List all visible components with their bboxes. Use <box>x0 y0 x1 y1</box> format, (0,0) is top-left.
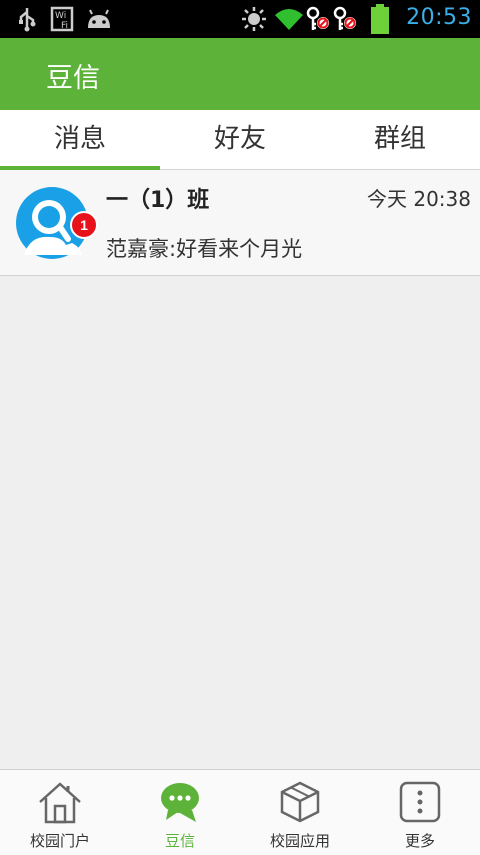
nav-campus-portal[interactable]: 校园门户 <box>0 770 120 855</box>
house-icon <box>39 782 81 824</box>
tab-label: 群组 <box>373 124 426 154</box>
key-blocked-icon <box>306 6 329 30</box>
more-dots-icon <box>399 781 441 823</box>
tab-bar: 消息 好友 群组 <box>0 110 480 170</box>
nav-label: 豆信 <box>164 832 195 850</box>
conversation-name: 一（1）班 <box>106 188 210 213</box>
bottom-nav: 校园门户 豆信 校园应用 更多 <box>0 769 480 855</box>
tab-label: 消息 <box>53 124 106 154</box>
nav-label: 校园应用 <box>269 832 330 850</box>
action-bar: 豆信 <box>0 38 480 110</box>
svg-text:Fi: Fi <box>61 21 68 31</box>
nav-campus-apps[interactable]: 校园应用 <box>240 770 360 855</box>
avatar: 1 <box>16 187 98 259</box>
conversation-item[interactable]: 1 一（1）班 今天 20:38 范嘉豪:好看来个月光 <box>0 170 480 276</box>
android-icon <box>88 9 110 28</box>
usb-icon <box>19 8 36 32</box>
brightness-icon <box>242 7 266 31</box>
tab-messages[interactable]: 消息 <box>0 110 160 170</box>
clock-time: 20:53 <box>406 5 472 30</box>
chat-bubble-icon <box>161 783 199 822</box>
key-blocked-icon <box>333 6 356 30</box>
status-bar: Wi Fi 20:53 <box>0 0 480 38</box>
conversation-time: 今天 20:38 <box>367 187 471 211</box>
wifi-signal-icon <box>275 9 303 30</box>
wifi-file-icon: Wi Fi <box>50 6 74 32</box>
page-title: 豆信 <box>46 63 100 94</box>
svg-text:Wi: Wi <box>55 11 66 21</box>
nav-label: 更多 <box>404 832 435 850</box>
nav-label: 校园门户 <box>29 832 90 850</box>
tab-groups[interactable]: 群组 <box>320 110 480 169</box>
unread-badge: 1 <box>70 211 98 239</box>
nav-more[interactable]: 更多 <box>360 770 480 855</box>
battery-icon <box>371 4 389 34</box>
tab-label: 好友 <box>213 124 266 154</box>
nav-douxin[interactable]: 豆信 <box>120 770 240 855</box>
conversation-last-message: 范嘉豪:好看来个月光 <box>106 237 303 261</box>
tab-friends[interactable]: 好友 <box>160 110 320 169</box>
cube-icon <box>280 781 320 823</box>
